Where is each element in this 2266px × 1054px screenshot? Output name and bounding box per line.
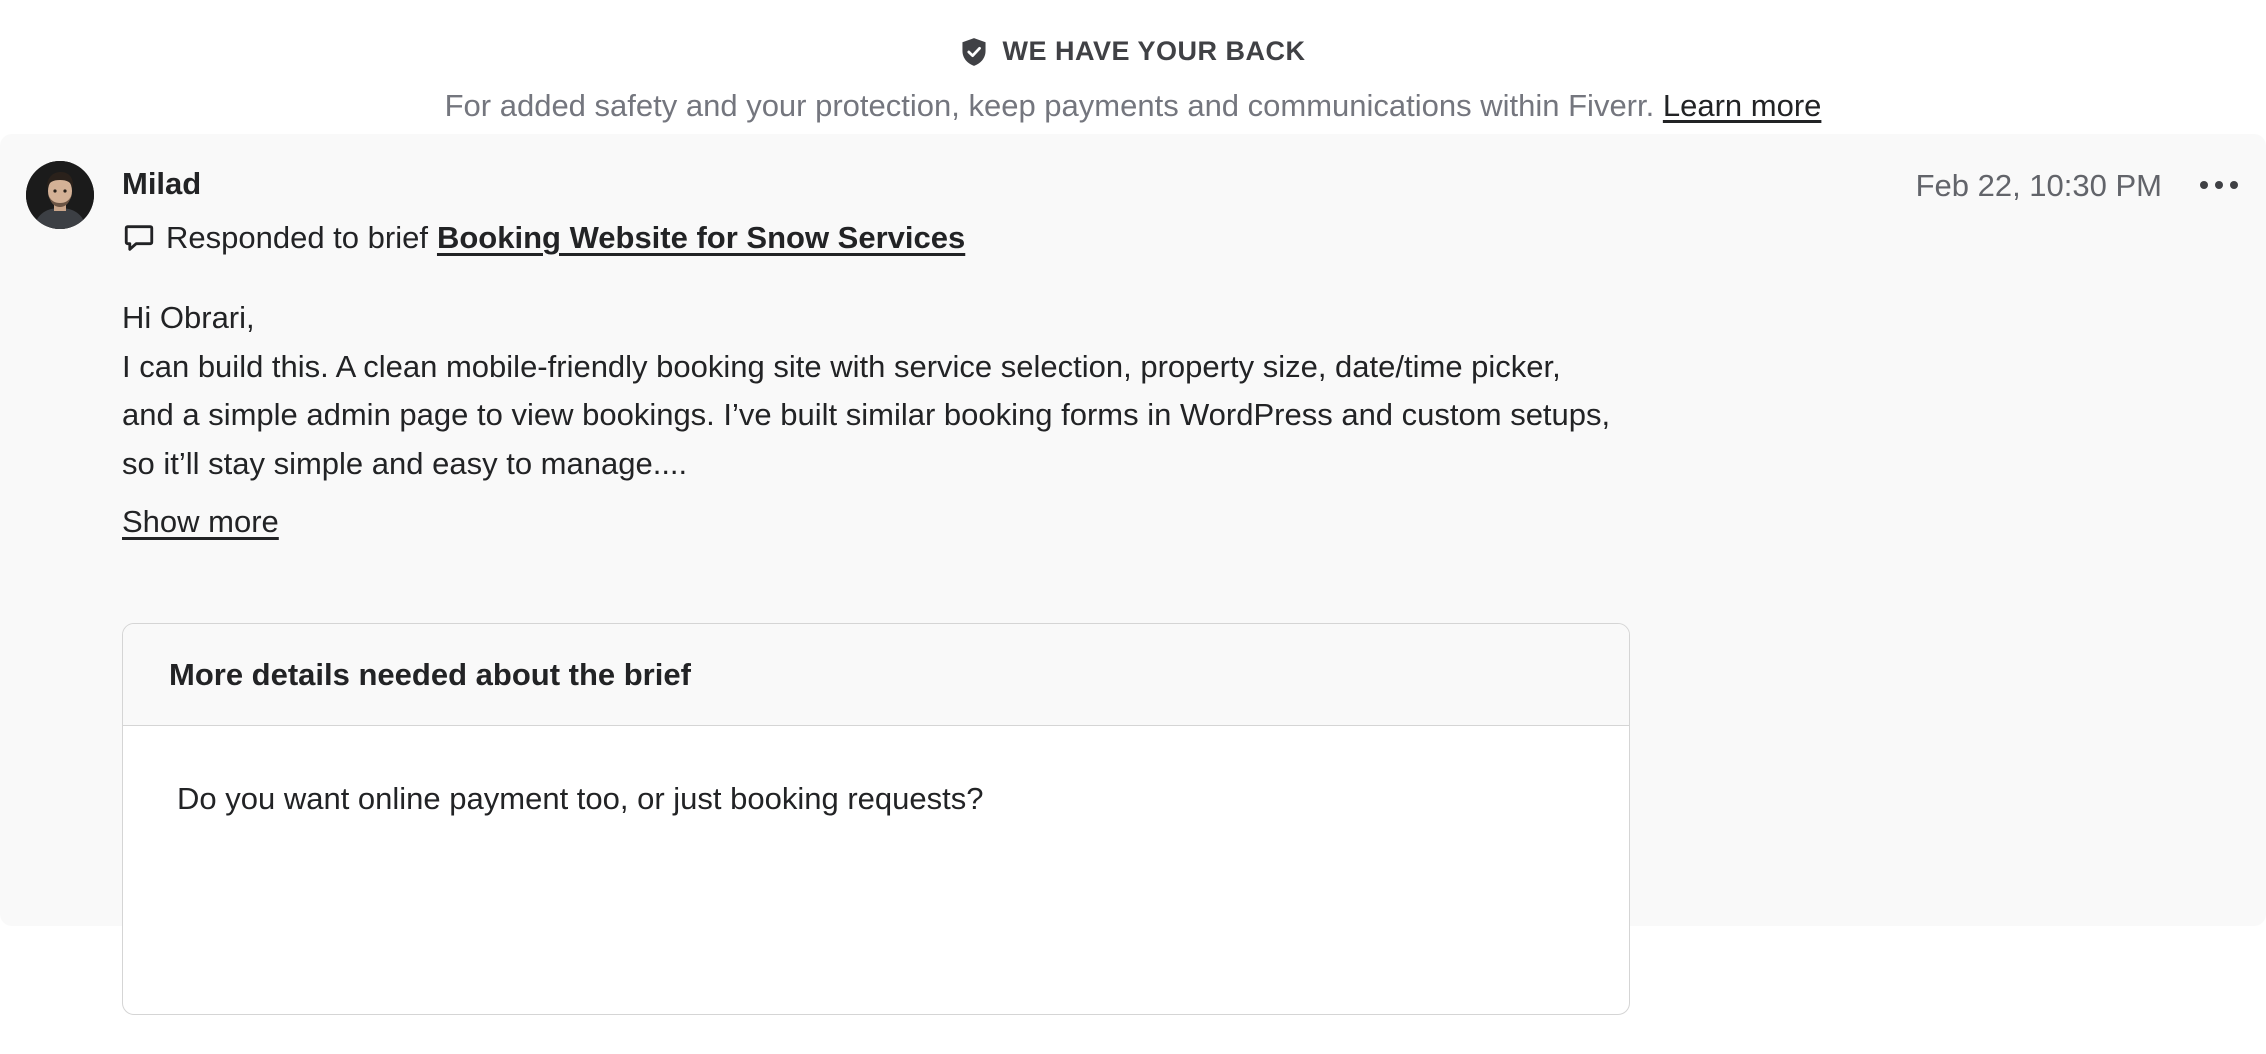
message-body: Hi Obrari, I can build this. A clean mob… <box>122 294 1612 488</box>
shield-check-icon <box>962 37 987 66</box>
avatar-image <box>26 161 94 229</box>
more-horizontal-icon-dot <box>2215 181 2223 189</box>
safety-banner-text: For added safety and your protection, ke… <box>444 88 1655 123</box>
brief-details-card-question: Do you want online payment too, or just … <box>177 781 984 816</box>
brief-details-card: More details needed about the brief Do y… <box>122 623 1630 1015</box>
message-timestamp: Feb 22, 10:30 PM <box>1915 168 2162 203</box>
brief-title-link[interactable]: Booking Website for Snow Services <box>437 220 965 256</box>
message-greeting: Hi Obrari, <box>122 300 255 335</box>
brief-prefix-text: Responded to brief <box>166 220 428 255</box>
avatar[interactable] <box>26 161 94 229</box>
message-item: Milad Feb 22, 10:30 PM Responded to brie… <box>0 134 2266 1015</box>
safety-banner: WE HAVE YOUR BACK For added safety and y… <box>0 0 2266 134</box>
chat-bubble-icon <box>124 225 154 251</box>
safety-banner-title-row: WE HAVE YOUR BACK <box>0 36 2266 67</box>
brief-reference: Responded to brief Booking Website for S… <box>122 220 965 256</box>
more-options-button[interactable] <box>2200 176 2238 194</box>
learn-more-link[interactable]: Learn more <box>1663 88 1822 123</box>
safety-banner-title: WE HAVE YOUR BACK <box>1002 36 1306 66</box>
more-horizontal-icon-dot <box>2200 181 2208 189</box>
brief-details-card-title: More details needed about the brief <box>123 624 1629 726</box>
more-horizontal-icon-dot <box>2230 181 2238 189</box>
sender-name[interactable]: Milad <box>122 166 201 202</box>
safety-banner-text-row: For added safety and your protection, ke… <box>0 88 2266 124</box>
message-text: I can build this. A clean mobile-friendl… <box>122 348 1611 481</box>
show-more-link[interactable]: Show more <box>122 504 279 540</box>
